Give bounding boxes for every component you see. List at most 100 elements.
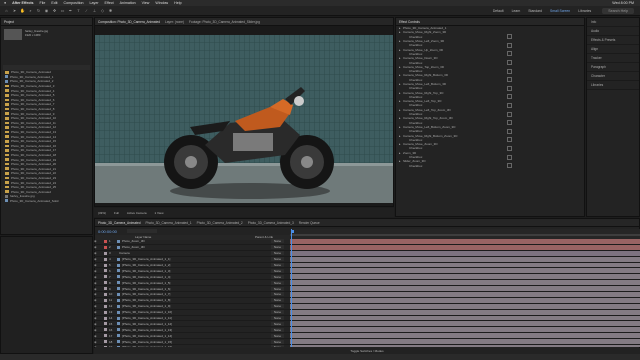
pen-tool-icon[interactable]: ✒: [68, 8, 73, 13]
parent-dropdown[interactable]: None: [270, 251, 284, 256]
viewer-footer-control[interactable]: (33%): [98, 211, 106, 215]
workspace-tab[interactable]: Small Screen: [550, 9, 570, 13]
checkbox[interactable]: [507, 34, 512, 40]
timeline-tab[interactable]: Photo_3D_Camera_Animated_2: [197, 221, 243, 225]
parent-dropdown[interactable]: None: [270, 286, 284, 291]
stamp-tool-icon[interactable]: ⊥: [92, 8, 97, 13]
effect-row[interactable]: Checkbox: [396, 163, 584, 169]
checkbox[interactable]: [507, 145, 512, 151]
parent-dropdown[interactable]: None: [270, 327, 284, 332]
checkbox[interactable]: [507, 103, 512, 108]
timeline-tab[interactable]: Photo_3D_Camera_Animated_3: [248, 221, 294, 225]
visibility-icon[interactable]: ◉: [94, 269, 102, 273]
visibility-icon[interactable]: ◉: [94, 340, 102, 344]
parent-dropdown[interactable]: None: [270, 345, 284, 347]
rotate-tool-icon[interactable]: ↻: [36, 8, 41, 13]
visibility-icon[interactable]: ◉: [94, 287, 102, 291]
visibility-icon[interactable]: ◉: [94, 334, 102, 338]
twirl-icon[interactable]: ▸: [399, 48, 401, 52]
right-panel-item[interactable]: Align: [587, 45, 639, 54]
viewer-footer-control[interactable]: 1 View: [155, 211, 164, 215]
checkbox[interactable]: [507, 128, 512, 134]
checkbox[interactable]: [507, 111, 512, 117]
viewer-footer-control[interactable]: Full: [114, 211, 119, 215]
parent-dropdown[interactable]: None: [270, 263, 284, 267]
apple-icon[interactable]: ●: [4, 1, 6, 5]
project-item[interactable]: Photo_3D_Camera_Animated_Solid: [1, 199, 92, 204]
timeline-tab[interactable]: Photo_3D_Camera_Animated_1: [146, 221, 192, 225]
menu-animation[interactable]: Animation: [120, 1, 136, 5]
menu-file[interactable]: File: [40, 1, 46, 5]
right-panel-item[interactable]: Audio: [587, 27, 639, 36]
twirl-icon[interactable]: ▸: [399, 134, 401, 138]
viewer-tab[interactable]: Layer: (none): [165, 20, 184, 24]
timecode[interactable]: 0:00:00:00: [98, 229, 117, 234]
parent-dropdown[interactable]: None: [270, 304, 284, 309]
parent-dropdown[interactable]: None: [270, 245, 284, 250]
twirl-icon[interactable]: ▸: [399, 108, 401, 112]
parent-dropdown[interactable]: None: [270, 321, 284, 326]
parent-dropdown[interactable]: None: [270, 339, 284, 344]
visibility-icon[interactable]: ◉: [94, 281, 102, 285]
right-panel-item[interactable]: Paragraph: [587, 63, 639, 72]
twirl-icon[interactable]: ▸: [399, 142, 401, 146]
twirl-icon[interactable]: ▸: [399, 91, 401, 95]
parent-dropdown[interactable]: None: [270, 280, 284, 285]
pan-behind-icon[interactable]: ✥: [52, 8, 57, 13]
twirl-icon[interactable]: ▸: [399, 159, 401, 163]
selection-tool-icon[interactable]: ➤: [12, 8, 17, 13]
checkbox[interactable]: [507, 120, 512, 126]
viewer-tab[interactable]: Footage: Photo_3D_Camera_Animated_Slider…: [189, 20, 260, 24]
visibility-icon[interactable]: ◉: [94, 251, 102, 255]
layer-duration-bar[interactable]: [290, 345, 640, 347]
home-icon[interactable]: ⌂: [4, 8, 9, 13]
parent-dropdown[interactable]: None: [270, 333, 284, 338]
timeline-tab[interactable]: Render Queue: [299, 221, 320, 225]
checkbox[interactable]: [507, 51, 512, 57]
twirl-icon[interactable]: ▸: [399, 99, 401, 103]
tab-effect-controls[interactable]: Effect Controls: [399, 20, 420, 24]
brush-tool-icon[interactable]: ⁄: [84, 8, 89, 13]
right-panel-item[interactable]: Effects & Presets: [587, 36, 639, 45]
menu-window[interactable]: Window: [155, 1, 168, 5]
type-tool-icon[interactable]: T: [76, 8, 81, 13]
workspace-tab[interactable]: Libraries: [578, 9, 591, 13]
twirl-icon[interactable]: ▸: [399, 56, 401, 60]
visibility-icon[interactable]: ◉: [94, 263, 102, 267]
visibility-icon[interactable]: ◉: [94, 298, 102, 302]
right-panel-item[interactable]: Libraries: [587, 81, 639, 90]
rectangle-tool-icon[interactable]: ▭: [60, 8, 65, 13]
parent-dropdown[interactable]: None: [270, 268, 284, 273]
hand-tool-icon[interactable]: ✋: [20, 8, 25, 13]
twirl-icon[interactable]: ▸: [399, 65, 401, 69]
work-area-bar[interactable]: [290, 234, 640, 236]
checkbox[interactable]: [507, 163, 512, 169]
visibility-icon[interactable]: ◉: [94, 245, 102, 249]
menu-effect[interactable]: Effect: [105, 1, 114, 5]
workspace-tab[interactable]: Standard: [528, 9, 542, 13]
workspace-tab[interactable]: Default: [493, 9, 504, 13]
viewer-footer-control[interactable]: Active Camera: [127, 211, 147, 215]
parent-dropdown[interactable]: None: [270, 316, 284, 321]
visibility-icon[interactable]: ◉: [94, 239, 102, 243]
visibility-icon[interactable]: ◉: [94, 310, 102, 314]
search-help-input[interactable]: Search Help: [602, 7, 634, 14]
puppet-tool-icon[interactable]: ✱: [108, 8, 113, 13]
visibility-icon[interactable]: ◉: [94, 257, 102, 261]
checkbox[interactable]: [507, 77, 512, 83]
visibility-icon[interactable]: ◉: [94, 328, 102, 332]
camera-tool-icon[interactable]: ◉: [44, 8, 49, 13]
checkbox[interactable]: [507, 94, 512, 100]
app-menu[interactable]: After Effects: [12, 1, 33, 5]
twirl-icon[interactable]: ▸: [399, 125, 401, 129]
viewer-tab[interactable]: Composition: Photo_3D_Camera_Animated: [98, 20, 160, 24]
parent-dropdown[interactable]: None: [270, 298, 284, 303]
parent-dropdown[interactable]: None: [270, 257, 284, 262]
twirl-icon[interactable]: ▸: [399, 30, 401, 34]
zoom-tool-icon[interactable]: ⌕: [28, 8, 33, 13]
timeline-search[interactable]: [126, 229, 157, 233]
timeline-layer-row[interactable]: ◉ 19[Photo_3D_Camera_Animated_1_16] None: [94, 345, 290, 347]
twirl-icon[interactable]: ▸: [399, 116, 401, 120]
workspace-tab[interactable]: Learn: [512, 9, 521, 13]
twirl-icon[interactable]: ▸: [399, 82, 401, 86]
